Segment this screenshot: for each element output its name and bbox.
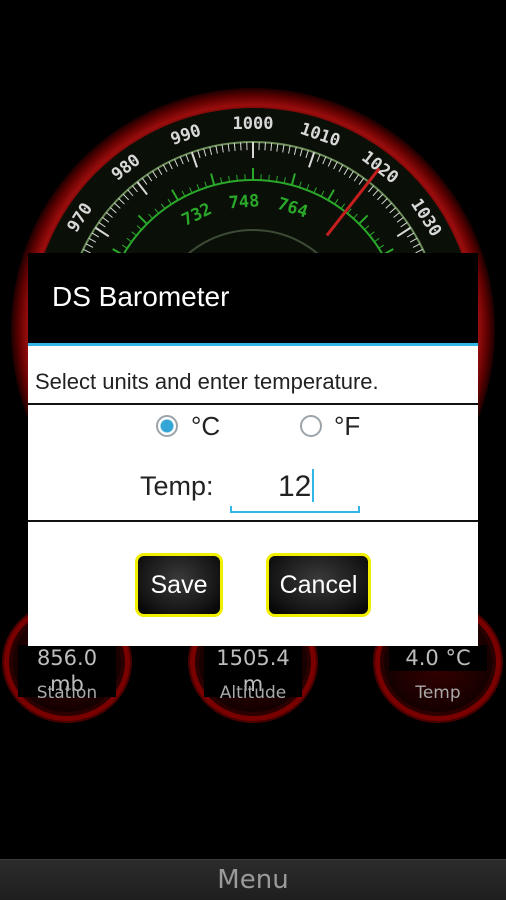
mb-tick	[264, 142, 266, 151]
fahrenheit-label[interactable]: °F	[334, 411, 360, 442]
dialog-title: DS Barometer	[52, 281, 230, 312]
dialog-message: Select units and enter temperature.	[35, 369, 379, 394]
temperature-value: 4.0 °C	[389, 645, 487, 671]
mb-scale-label: 1000	[233, 114, 274, 134]
temperature-input-text: 12	[278, 470, 312, 503]
temperature-input[interactable]: 12	[230, 461, 360, 513]
fahrenheit-radio[interactable]	[300, 415, 322, 437]
menu-bar[interactable]: Menu	[0, 859, 506, 900]
save-button[interactable]: Save	[135, 553, 223, 617]
temp-label: Temp:	[140, 471, 214, 501]
station-pressure-label: Station	[36, 683, 98, 703]
celsius-radio[interactable]	[156, 415, 178, 437]
temperature-label: Temp	[415, 683, 461, 703]
altitude-label: Altitude	[219, 683, 287, 703]
mb-tick	[240, 142, 242, 151]
celsius-label[interactable]: °C	[191, 411, 220, 442]
temperature-input-value[interactable]: 12	[278, 469, 315, 504]
barometer-screen: 9609709809901000101010201030104073274876…	[0, 0, 506, 900]
dialog-header: DS Barometer	[28, 253, 478, 346]
menu-label: Menu	[217, 865, 289, 895]
mmhg-scale-label: 748	[228, 191, 260, 213]
units-dialog: DS Barometer Select units and enter temp…	[28, 253, 478, 646]
text-cursor	[312, 469, 315, 502]
divider-bottom	[28, 520, 478, 522]
cancel-button[interactable]: Cancel	[266, 553, 371, 617]
mmhg-tick	[236, 174, 238, 181]
divider-top	[28, 403, 478, 405]
mmhg-tick	[268, 174, 270, 181]
